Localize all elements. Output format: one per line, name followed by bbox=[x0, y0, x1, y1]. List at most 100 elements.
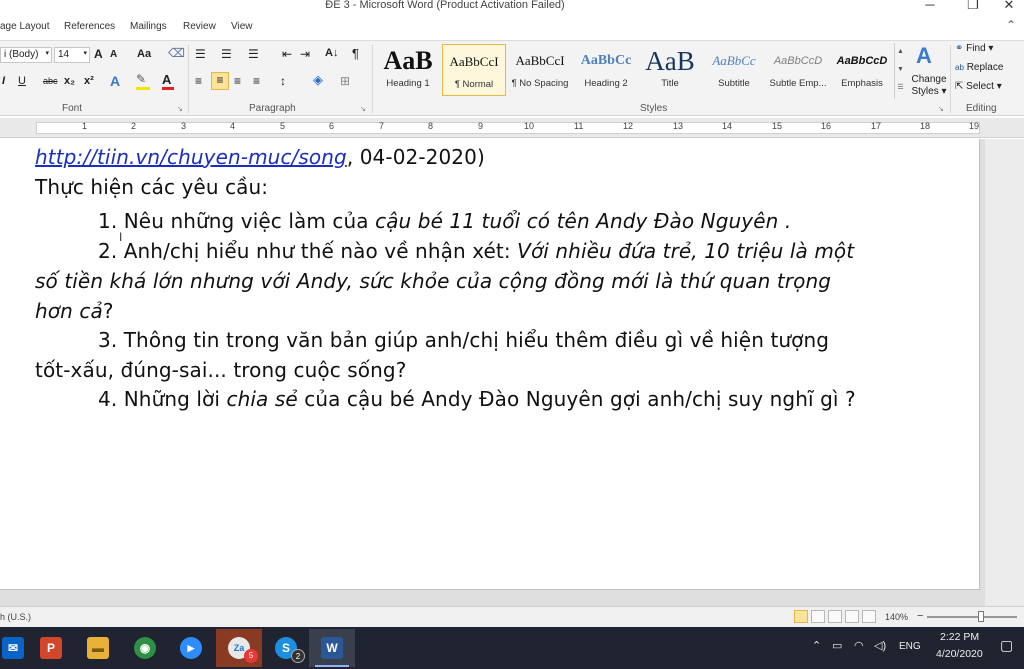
clear-formatting-icon[interactable]: ⌫ bbox=[168, 46, 185, 60]
find-button[interactable]: ⚭ Find ▾ bbox=[955, 43, 993, 54]
change-styles-icon[interactable]: A bbox=[916, 43, 932, 69]
style-normal[interactable]: AaBbCcI ¶ Normal bbox=[442, 44, 506, 96]
superscript-button[interactable]: x² bbox=[84, 75, 94, 87]
text-effects-icon[interactable]: A bbox=[110, 73, 120, 89]
zoom-out-button[interactable]: − bbox=[917, 610, 923, 622]
increase-indent-icon[interactable]: ⇥ bbox=[300, 47, 310, 61]
tab-page-layout[interactable]: age Layout bbox=[0, 21, 50, 32]
paragraph-dialog-launcher-icon[interactable]: ↘ bbox=[360, 105, 366, 113]
source-link[interactable]: http://tiin.vn/chuyen-muc/song bbox=[35, 145, 347, 169]
shading-icon[interactable]: ◈ bbox=[313, 72, 323, 88]
bullets-icon[interactable]: ☰ bbox=[195, 47, 206, 61]
sort-button[interactable]: A↓ bbox=[325, 47, 338, 59]
taskbar-zoom[interactable]: ▶ bbox=[168, 629, 214, 667]
font-dialog-launcher-icon[interactable]: ↘ bbox=[177, 105, 183, 113]
borders-icon[interactable]: ⊞ bbox=[340, 74, 350, 88]
subscript-button[interactable]: x₂ bbox=[64, 75, 75, 87]
line-spacing-icon[interactable]: ↕ bbox=[280, 74, 286, 88]
show-hide-button[interactable]: ¶ bbox=[352, 46, 359, 61]
vertical-scrollbar[interactable] bbox=[985, 139, 1024, 606]
document-page[interactable]: http://tiin.vn/chuyen-muc/song, 04-02-20… bbox=[0, 139, 980, 590]
clock-date[interactable]: 4/20/2020 bbox=[936, 648, 983, 660]
ribbon-collapse-icon[interactable]: ⌃ bbox=[1006, 18, 1016, 32]
outline-view-icon[interactable] bbox=[845, 610, 859, 623]
q2-italic-end: hơn cả bbox=[35, 299, 103, 323]
italic-button[interactable]: I bbox=[2, 75, 5, 87]
style-name: Subtitle bbox=[718, 78, 750, 89]
taskbar-zalo[interactable]: Za 5 bbox=[216, 629, 262, 667]
tab-mailings[interactable]: Mailings bbox=[130, 21, 167, 32]
align-right-icon[interactable]: ≡ bbox=[234, 74, 241, 88]
taskbar-coccoc[interactable]: ◉ bbox=[122, 629, 168, 667]
styles-dialog-launcher-icon[interactable]: ↘ bbox=[938, 105, 944, 113]
draft-view-icon[interactable] bbox=[862, 610, 876, 623]
clock-time[interactable]: 2:22 PM bbox=[940, 631, 979, 643]
binoculars-icon: ⚭ bbox=[955, 43, 964, 54]
q4-italic: chia sẻ bbox=[226, 387, 298, 411]
style-sample: AaBbCc bbox=[712, 53, 756, 68]
taskbar-powerpoint[interactable]: P bbox=[28, 629, 74, 667]
ruler-number: 3 bbox=[181, 121, 187, 131]
justify-icon[interactable]: ≡ bbox=[253, 74, 260, 88]
full-screen-reading-icon[interactable] bbox=[811, 610, 825, 623]
taskbar-word[interactable]: W bbox=[309, 629, 355, 667]
q1-text: 1. Nêu những việc làm của bbox=[98, 209, 376, 233]
zoom-level[interactable]: 140% bbox=[885, 612, 908, 622]
web-layout-icon[interactable] bbox=[828, 610, 842, 623]
underline-button[interactable]: U bbox=[18, 75, 26, 87]
tab-references[interactable]: References bbox=[64, 21, 115, 32]
tab-review[interactable]: Review bbox=[183, 21, 216, 32]
change-styles-button[interactable]: Change Styles ▾ bbox=[909, 74, 949, 98]
volume-icon[interactable]: ◁) bbox=[874, 639, 886, 652]
taskbar-skype[interactable]: S2 bbox=[263, 629, 309, 667]
strikethrough-button[interactable]: abc bbox=[43, 76, 58, 86]
decrease-indent-icon[interactable]: ⇤ bbox=[282, 47, 292, 61]
wifi-icon[interactable]: ◠ bbox=[854, 639, 864, 652]
ruler-number: 7 bbox=[379, 121, 385, 131]
input-language[interactable]: ENG bbox=[899, 641, 921, 652]
style-emphasis[interactable]: AaBbCcD Emphasis bbox=[830, 44, 894, 96]
highlight-pen-icon[interactable]: ✎ bbox=[136, 72, 150, 90]
doc-line-2: Thực hiện các yêu cầu: bbox=[35, 175, 269, 199]
style-subtitle[interactable]: AaBbCc Subtitle bbox=[702, 44, 766, 96]
numbering-icon[interactable]: ☰ bbox=[221, 47, 232, 61]
style-subtle-emphasis[interactable]: AaBbCcD Subtle Emp... bbox=[766, 44, 830, 96]
style-name: ¶ No Spacing bbox=[511, 78, 569, 89]
q2-text: 2. Anh/chị hiểu như thế nào về nhận xét: bbox=[98, 239, 518, 263]
style-heading-2[interactable]: AaBbCc Heading 2 bbox=[574, 44, 638, 96]
question-3-cont: tốt-xấu, đúng-sai... trong cuộc sống? bbox=[35, 358, 407, 382]
minimize-button[interactable]: ─ bbox=[915, 0, 945, 12]
styles-group-label: Styles bbox=[640, 103, 668, 114]
style-heading-1[interactable]: AaB Heading 1 bbox=[376, 44, 440, 96]
close-button[interactable]: ✕ bbox=[994, 0, 1024, 13]
ruler-number: 13 bbox=[673, 121, 684, 131]
select-button[interactable]: ⇱ Select ▾ bbox=[955, 81, 1002, 92]
style-title[interactable]: AaB Title bbox=[638, 44, 702, 96]
change-case-button[interactable]: Aa bbox=[137, 48, 151, 60]
multilevel-list-icon[interactable]: ☰ bbox=[248, 47, 259, 61]
font-color-icon[interactable]: A bbox=[162, 72, 174, 90]
restore-button[interactable]: ❐ bbox=[958, 0, 988, 13]
language-status[interactable]: h (U.S.) bbox=[0, 612, 31, 622]
style-no-spacing[interactable]: AaBbCcI ¶ No Spacing bbox=[508, 44, 572, 96]
tray-chevron-icon[interactable]: ⌃ bbox=[812, 639, 821, 652]
align-center-icon[interactable]: ≡ bbox=[211, 72, 229, 90]
action-center-icon[interactable]: ▢ bbox=[1000, 637, 1013, 654]
horizontal-ruler[interactable]: 1 2 3 4 5 6 7 8 9 10 11 12 13 14 15 16 1… bbox=[0, 118, 1024, 138]
shrink-font-button[interactable]: A bbox=[110, 49, 117, 60]
ruler-number: 14 bbox=[722, 121, 733, 131]
align-left-icon[interactable]: ≡ bbox=[195, 74, 202, 88]
print-layout-icon[interactable] bbox=[794, 610, 808, 623]
styles-scroll[interactable]: ▲ ▼ ☰ bbox=[894, 43, 906, 99]
zoom-slider-thumb[interactable] bbox=[978, 611, 984, 622]
tab-view[interactable]: View bbox=[231, 21, 253, 32]
replace-button[interactable]: ab Replace bbox=[955, 62, 1003, 73]
chevron-down-icon: ▾ bbox=[45, 50, 49, 57]
taskbar-file-explorer[interactable]: ▬ bbox=[75, 629, 121, 667]
font-name-combo[interactable]: i (Body) ▾ bbox=[0, 47, 52, 63]
battery-icon[interactable]: ▭ bbox=[832, 639, 842, 652]
font-size-combo[interactable]: 14 ▾ bbox=[54, 47, 90, 63]
grow-font-button[interactable]: A bbox=[94, 47, 103, 61]
system-tray: ⌃ ▭ ◠ ◁) ENG 2:22 PM 4/20/2020 ▢ bbox=[804, 627, 1024, 669]
zoom-slider[interactable] bbox=[927, 616, 1017, 618]
